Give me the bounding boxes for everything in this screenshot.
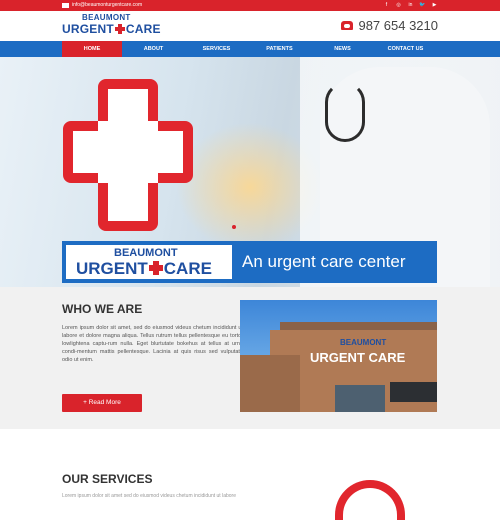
main-nav: HOME ABOUT SERVICES PATIENTS NEWS CONTAC… (0, 41, 500, 57)
header: BEAUMONT URGENT CARE 987 654 3210 (0, 11, 500, 41)
email-text: info@beaumonturgentcare.com (72, 2, 143, 8)
nav-item-news[interactable]: NEWS (311, 41, 374, 57)
logo-urgent: URGENT (62, 22, 114, 36)
red-cross-graphic-partial (335, 480, 405, 520)
email-link[interactable]: info@beaumonturgentcare.com (62, 2, 142, 8)
building-photo: BEAUMONT URGENT CARE (240, 300, 437, 412)
medical-cross-icon (148, 261, 163, 275)
envelope-icon (62, 2, 69, 8)
phone-contact[interactable]: 987 654 3210 (341, 18, 438, 33)
medical-cross-icon (114, 24, 125, 34)
about-section: WHO WE ARE Lorem ipsum dolor sit amet, s… (0, 287, 500, 429)
banner-logo-top: BEAUMONT (114, 247, 178, 259)
services-title: OUR SERVICES (62, 472, 153, 486)
services-section: OUR SERVICES Lorem ipsum dolor sit amet … (0, 429, 500, 520)
banner-logo-main: URGENT CARE (76, 259, 212, 279)
logo-care: CARE (125, 22, 161, 36)
instagram-icon[interactable]: ◎ (395, 2, 402, 9)
banner-logo: BEAUMONT URGENT CARE (66, 245, 232, 279)
read-more-button[interactable]: + Read More (62, 394, 142, 412)
site-logo[interactable]: BEAUMONT URGENT CARE (62, 13, 162, 39)
about-body: Lorem ipsum dolor sit amet, sed do eiusm… (62, 325, 243, 363)
banner-logo-urgent: URGENT (76, 259, 148, 278)
twitter-icon[interactable]: 🐦 (419, 2, 426, 9)
social-links: f ◎ in 🐦 ▶ (383, 2, 438, 9)
linkedin-icon[interactable]: in (407, 2, 414, 9)
banner-logo-care: CARE (163, 259, 212, 278)
nav-item-patients[interactable]: PATIENTS (248, 41, 311, 57)
nav-item-services[interactable]: SERVICES (185, 41, 248, 57)
logo-top-text: BEAUMONT (82, 13, 131, 22)
services-intro: Lorem ipsum dolor sit amet sed do eiusmo… (62, 493, 236, 499)
phone-icon (341, 21, 354, 30)
youtube-icon[interactable]: ▶ (431, 2, 438, 9)
nav-item-contact[interactable]: CONTACT US (374, 41, 437, 57)
logo-main-text: URGENT CARE (62, 22, 161, 36)
facebook-icon[interactable]: f (383, 2, 390, 9)
about-title: WHO WE ARE (62, 302, 143, 316)
hero-banner: BEAUMONT URGENT CARE An urgent care cente… (62, 241, 437, 283)
building-sign-top: BEAUMONT (340, 338, 387, 347)
stethoscope-icon (325, 82, 365, 142)
top-bar: info@beaumonturgentcare.com f ◎ in 🐦 ▶ (0, 0, 500, 11)
banner-tagline: An urgent care center (242, 252, 406, 271)
phone-number: 987 654 3210 (358, 18, 438, 33)
red-cross-graphic (63, 79, 193, 231)
slider-dot[interactable] (232, 225, 236, 229)
nav-item-home[interactable]: HOME (62, 41, 122, 57)
building-sign-main: URGENT CARE (310, 350, 406, 365)
nav-item-about[interactable]: ABOUT (122, 41, 185, 57)
